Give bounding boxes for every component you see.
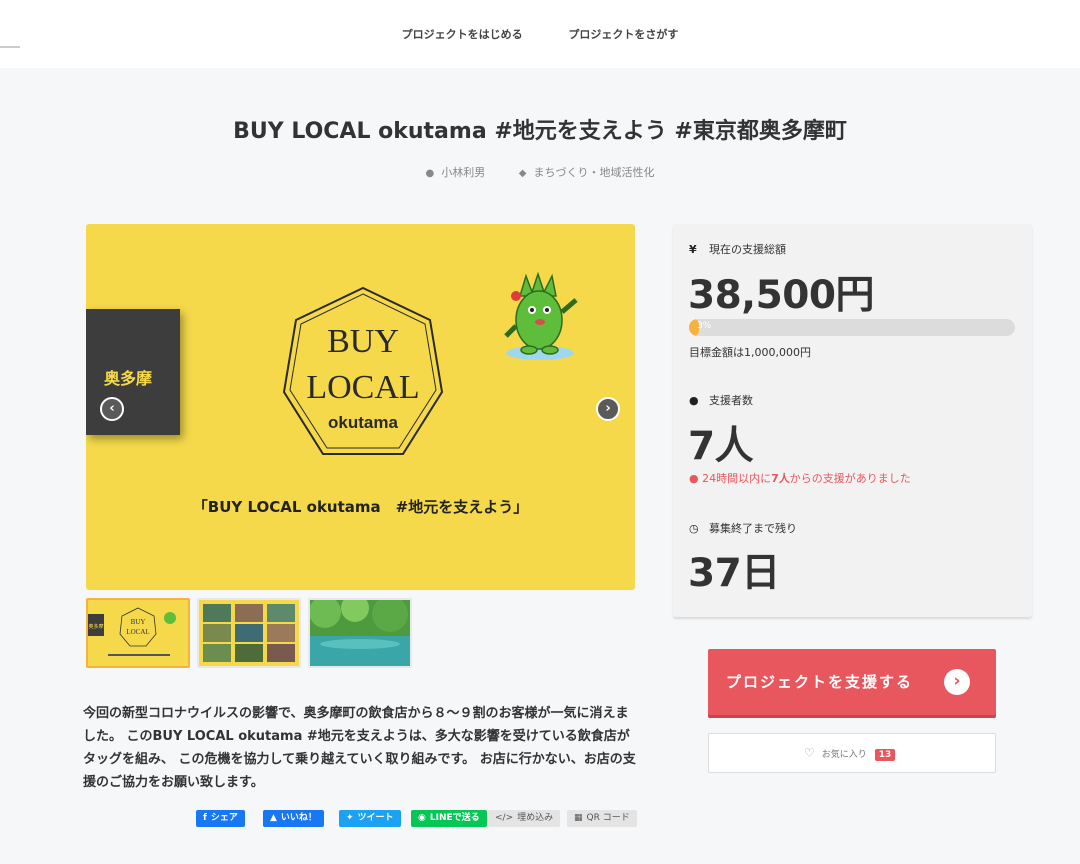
side-panel-label: 奥多摩 [104, 369, 153, 388]
backers-label-text: 支援者数 [709, 394, 753, 407]
facebook-like-label: いいね！ [280, 813, 317, 823]
thumbnail-1-label: 奥多摩 [88, 623, 103, 630]
favorite-count-badge: 13 [874, 749, 896, 761]
amount-label-text: 現在の支援総額 [709, 243, 786, 256]
side-panel: 奥多摩 [86, 309, 180, 435]
twitter-icon: ✦ [346, 813, 354, 823]
remaining-label-text: 募集終了まで残り [709, 522, 797, 535]
mascot-image [504, 271, 578, 360]
backers-label: ● 支援者数 [689, 392, 753, 408]
backers-value: 7人 [688, 424, 754, 469]
remaining-value: 37日 [688, 551, 780, 596]
thumbnail-3-image [310, 600, 410, 666]
heart-icon: ♡ [804, 746, 815, 760]
next-slide-button[interactable]: › [596, 397, 620, 421]
thumbnail-1-logo-1: BUY [131, 618, 146, 626]
support-project-button[interactable]: プロジェクトを支援する › [708, 649, 996, 715]
hero-image: 奥多摩 ‹ › BUY LOCAL okutama 「BUY LOCAL oku… [86, 224, 635, 590]
goal-amount: 目標金額は1,000,000円 [689, 346, 811, 359]
clock-icon: ◷ [689, 522, 699, 535]
project-title: BUY LOCAL okutama #地元を支えよう #東京都奥多摩町 [233, 119, 847, 144]
thumbnail-2-image [199, 600, 299, 666]
category-name: まちづくり・地域活性化 [533, 166, 655, 179]
amount-value: 38,500円 [688, 273, 875, 318]
author-name: 小林利男 [441, 166, 486, 179]
line-share-button[interactable]: ◉ LINEで送る [411, 810, 487, 827]
thumbs-up-icon: ▲ [270, 813, 277, 823]
tweet-label: ツイート [357, 813, 394, 823]
funding-stats-panel: ¥ 現在の支援総額 38,500円 3% 目標金額は1,000,000円 ● 支援者… [673, 224, 1032, 617]
prev-slide-button[interactable]: ‹ [100, 397, 124, 421]
qr-code-label: QR コード [586, 813, 630, 823]
recent-count: 7人 [771, 472, 790, 485]
amount-label: ¥ 現在の支援総額 [689, 241, 786, 257]
recent-prefix: 24時間以内に [702, 472, 772, 485]
main-nav: プロジェクトをはじめる プロジェクトをさがす [0, 26, 1080, 42]
tag-icon: ◆ [518, 168, 527, 179]
facebook-icon: f [203, 813, 207, 823]
user-icon: ● [425, 168, 435, 179]
logo-divider [0, 46, 20, 48]
nav-search-project[interactable]: プロジェクトをさがす [568, 26, 678, 42]
favorite-content: ♡ お気に入り 13 [804, 746, 896, 761]
qr-icon: ▦ [574, 813, 583, 823]
logo-line-1: BUY [327, 323, 399, 360]
funding-progress-text: 3% [697, 321, 712, 331]
thumbnail-1-image: 奥多摩 BUY LOCAL [88, 607, 176, 656]
thumbnail-1-logo-2: LOCAL [126, 628, 149, 636]
favorite-label: お気に入り [821, 750, 867, 760]
logo-line-2: LOCAL [306, 369, 419, 406]
tweet-button[interactable]: ✦ ツイート [339, 810, 401, 827]
thumbnail-2[interactable] [197, 598, 301, 668]
support-project-label: プロジェクトを支援する [726, 673, 914, 691]
chevron-right-icon: › [944, 669, 970, 695]
embed-label: 埋め込み [517, 813, 554, 823]
code-icon: </> [495, 813, 514, 823]
line-icon: ◉ [418, 813, 426, 823]
funding-progress-bar: 3% [689, 319, 1015, 336]
qr-code-button[interactable]: ▦ QR コード [567, 810, 637, 827]
yen-icon: ¥ [689, 243, 697, 256]
thumbnail-3[interactable] [308, 598, 412, 668]
recent-suffix: からの支援がありました [789, 472, 911, 485]
hero-caption: 「BUY LOCAL okutama #地元を支えよう」 [192, 498, 529, 516]
recent-backers-notice: ● 24時間以内に7人からの支援がありました [689, 470, 911, 486]
nav-start-project[interactable]: プロジェクトをはじめる [402, 26, 523, 42]
logo-line-3: okutama [328, 413, 398, 432]
category-link[interactable]: ◆ まちづくり・地域活性化 [519, 164, 655, 180]
project-description: 今回の新型コロナウイルスの影響で、奥多摩町の飲食店から８〜９割のお客様が一気に消… [83, 706, 636, 790]
favorite-button[interactable]: ♡ お気に入り 13 [708, 733, 996, 773]
facebook-share-label: シェア [210, 813, 238, 823]
users-icon: ● [689, 394, 699, 407]
line-share-label: LINEで送る [429, 813, 480, 823]
author-link[interactable]: ● 小林利男 [426, 164, 486, 180]
facebook-share-button[interactable]: f シェア [196, 810, 245, 827]
embed-button[interactable]: </> 埋め込み [488, 810, 561, 827]
remaining-label: ◷ 募集終了まで残り [689, 520, 797, 536]
user-plus-icon: ● [689, 472, 699, 485]
project-meta: ● 小林利男 ◆ まちづくり・地域活性化 [0, 164, 1080, 180]
buy-local-logo: BUY LOCAL okutama [282, 286, 444, 455]
thumbnail-1[interactable]: 奥多摩 BUY LOCAL [86, 598, 190, 668]
facebook-like-button[interactable]: ▲ いいね！ [263, 810, 324, 827]
